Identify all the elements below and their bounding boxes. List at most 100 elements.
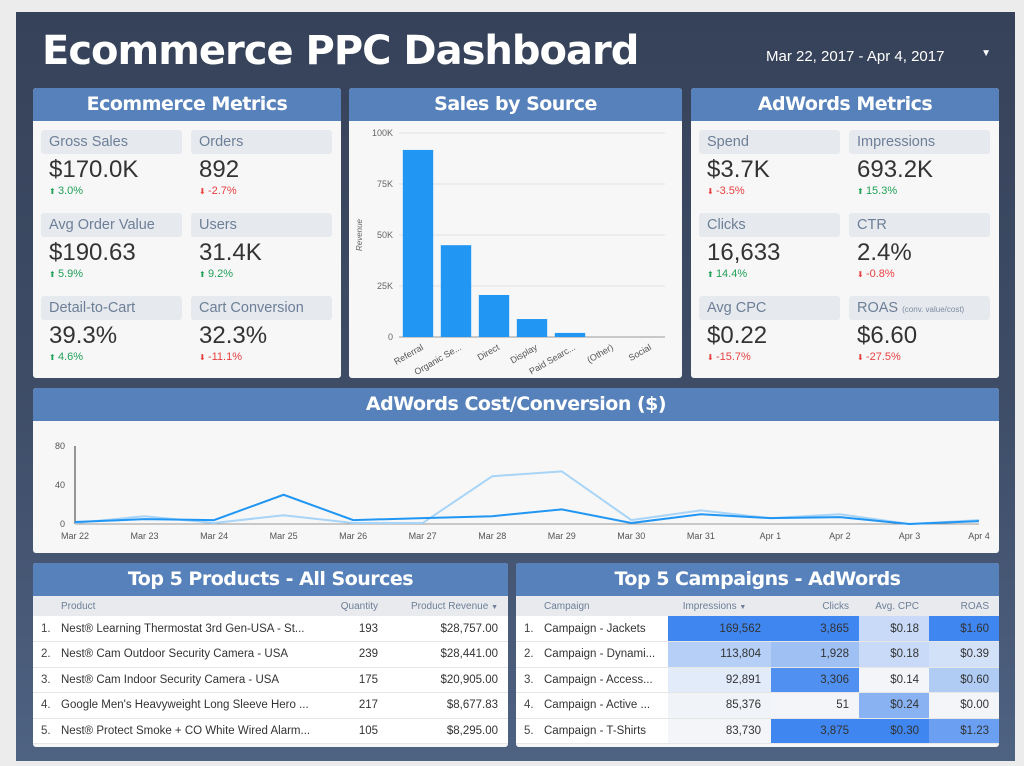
x-tick-label: Mar 28 (478, 531, 506, 541)
x-tick-label: Social (627, 342, 653, 363)
table-row[interactable]: 4. Campaign - Active ... 85,376 51 $0.24 $0.0… (516, 692, 999, 719)
table-row[interactable]: 5. Nest® Protect Smoke + CO White Wired A… (33, 718, 508, 744)
kpi-label-text: Impressions (857, 134, 936, 150)
x-tick-label: Mar 25 (270, 531, 298, 541)
kpi-delta: ⬆ 9.2% (191, 267, 332, 282)
kpi-delta-value: 14.4% (715, 268, 748, 280)
kpi-value: $3.7K (707, 156, 770, 183)
arrow-down-icon: ⬇ (857, 270, 866, 279)
x-tick-label: (Other) (585, 342, 615, 365)
row-index: 4. (33, 692, 61, 719)
col-roas[interactable]: ROAS (929, 596, 999, 616)
kpi-delta: ⬇ -3.5% (699, 184, 840, 199)
table-row[interactable]: 2. Nest® Cam Outdoor Security Camera - US… (33, 641, 508, 668)
campaign-name: Campaign - Active ... (544, 692, 668, 719)
product-name: Nest® Cam Outdoor Security Camera - USA (61, 641, 318, 668)
product-quantity: 239 (318, 641, 388, 668)
kpi-value: $6.60 (857, 322, 918, 349)
col-clicks[interactable]: Clicks (771, 596, 859, 616)
kpi-label: Avg Order Value (41, 213, 182, 237)
col-product[interactable]: Product (61, 596, 318, 616)
kpi-delta-value: 9.2% (207, 268, 234, 280)
kpi-delta-value: 15.3% (865, 185, 898, 197)
kpi-label: CTR (849, 213, 990, 237)
arrow-down-icon: ⬇ (857, 353, 866, 362)
kpi-value: $170.0K (49, 156, 139, 183)
product-name: Nest® Learning Thermostat 3rd Gen-USA - … (61, 616, 318, 642)
col-product-revenue[interactable]: Product Revenue ▼ (388, 596, 508, 616)
bar[interactable] (554, 332, 586, 337)
kpi-card: Impressions 693.2K ⬆ 15.3% (849, 130, 990, 200)
arrow-up-icon: ⬆ (49, 270, 58, 279)
panel-title: Top 5 Products - All Sources (33, 563, 508, 596)
campaign-avg-cpc: $0.14 (859, 667, 929, 693)
kpi-label: Users (191, 213, 332, 237)
kpi-label-text: CTR (857, 217, 887, 233)
kpi-value: 16,633 (707, 239, 781, 266)
campaign-name: Campaign - Access... (544, 667, 668, 693)
campaign-roas: $0.00 (929, 692, 999, 719)
y-tick-label: 50K (377, 230, 393, 240)
kpi-delta-value: 5.9% (57, 268, 84, 280)
kpi-card: Orders 892 ⬇ -2.7% (191, 130, 332, 200)
sort-desc-icon: ▼ (491, 603, 498, 611)
panel-title: Ecommerce Metrics (33, 88, 341, 121)
arrow-up-icon: ⬆ (49, 187, 58, 196)
table-row[interactable]: 1. Campaign - Jackets 169,562 3,865 $0.18 $1.… (516, 616, 999, 642)
kpi-label: ROAS (conv. value/cost) (849, 296, 990, 320)
campaign-avg-cpc: $0.24 (859, 692, 929, 719)
col-campaign[interactable]: Campaign (544, 596, 668, 616)
kpi-label-text: ROAS (857, 300, 899, 316)
kpi-delta: ⬇ -0.8% (849, 267, 990, 282)
cost-per-conversion-chart: 0 40 80 Mar 22 Mar 23 Mar 24 Mar 25 Mar 26 Mar 2… (55, 441, 990, 541)
date-range-picker[interactable]: Mar 22, 2017 - Apr 4, 2017 ▼ (766, 46, 991, 70)
kpi-delta: ⬇ -2.7% (191, 184, 332, 199)
series-line-current[interactable] (74, 493, 980, 526)
table-row[interactable]: 4. Google Men's Heavyweight Long Sleeve H… (33, 692, 508, 719)
kpi-label: Gross Sales (41, 130, 182, 154)
col-impressions[interactable]: Impressions ▼ (668, 596, 771, 616)
top-campaigns-table: Campaign Impressions ▼ Clicks Avg. CPC R… (516, 596, 999, 744)
product-quantity: 105 (318, 718, 388, 744)
campaign-roas: $1.60 (929, 616, 999, 642)
x-tick-label: Direct (476, 342, 502, 363)
arrow-up-icon: ⬆ (49, 353, 58, 362)
bar[interactable] (402, 149, 434, 337)
campaign-clicks: 3,865 (771, 616, 859, 642)
bar[interactable] (440, 245, 472, 337)
kpi-value: 32.3% (199, 322, 268, 349)
bar[interactable] (516, 319, 548, 337)
row-index: 3. (33, 667, 61, 693)
col-label: Impressions (682, 600, 737, 612)
table-row[interactable]: 3. Nest® Cam Indoor Security Camera - USA… (33, 667, 508, 693)
product-name: Nest® Protect Smoke + CO White Wired Ala… (61, 718, 318, 744)
sales-by-source-chart: 025K50K75K100KRevenueReferralOrganic Se.… (355, 128, 665, 377)
product-revenue: $8,677.83 (388, 692, 508, 719)
product-revenue: $28,441.00 (388, 641, 508, 668)
series-line-previous[interactable] (74, 470, 980, 526)
y-tick-label: 25K (377, 281, 393, 291)
col-quantity[interactable]: Quantity (318, 596, 388, 616)
kpi-card: Avg CPC $0.22 ⬇ -15.7% (699, 296, 840, 366)
campaign-impressions: 92,891 (668, 667, 771, 693)
bar[interactable] (478, 294, 510, 337)
arrow-up-icon: ⬆ (199, 270, 208, 279)
kpi-delta-value: -27.5% (865, 351, 901, 363)
y-tick-label: 75K (377, 179, 393, 189)
table-row[interactable]: 2. Campaign - Dynami... 113,804 1,928 $0.18 $… (516, 641, 999, 668)
arrow-up-icon: ⬆ (857, 187, 866, 196)
kpi-delta: ⬆ 5.9% (41, 267, 182, 282)
table-row[interactable]: 5. Campaign - T-Shirts 83,730 3,875 $0.30 $1.… (516, 718, 999, 744)
panel-title: AdWords Cost/Conversion ($) (33, 388, 999, 421)
x-tick-label: Mar 27 (409, 531, 437, 541)
campaign-roas: $0.39 (929, 641, 999, 668)
product-revenue: $20,905.00 (388, 667, 508, 693)
kpi-value: 31.4K (199, 239, 262, 266)
kpi-delta-value: -2.7% (207, 185, 237, 197)
table-row[interactable]: 3. Campaign - Access... 92,891 3,306 $0.14 $0… (516, 667, 999, 693)
table-row[interactable]: 1. Nest® Learning Thermostat 3rd Gen-USA … (33, 616, 508, 642)
arrow-down-icon: ⬇ (707, 353, 716, 362)
row-index: 5. (33, 718, 61, 744)
col-avg-cpc[interactable]: Avg. CPC (859, 596, 929, 616)
y-tick-label: 0 (388, 332, 393, 342)
